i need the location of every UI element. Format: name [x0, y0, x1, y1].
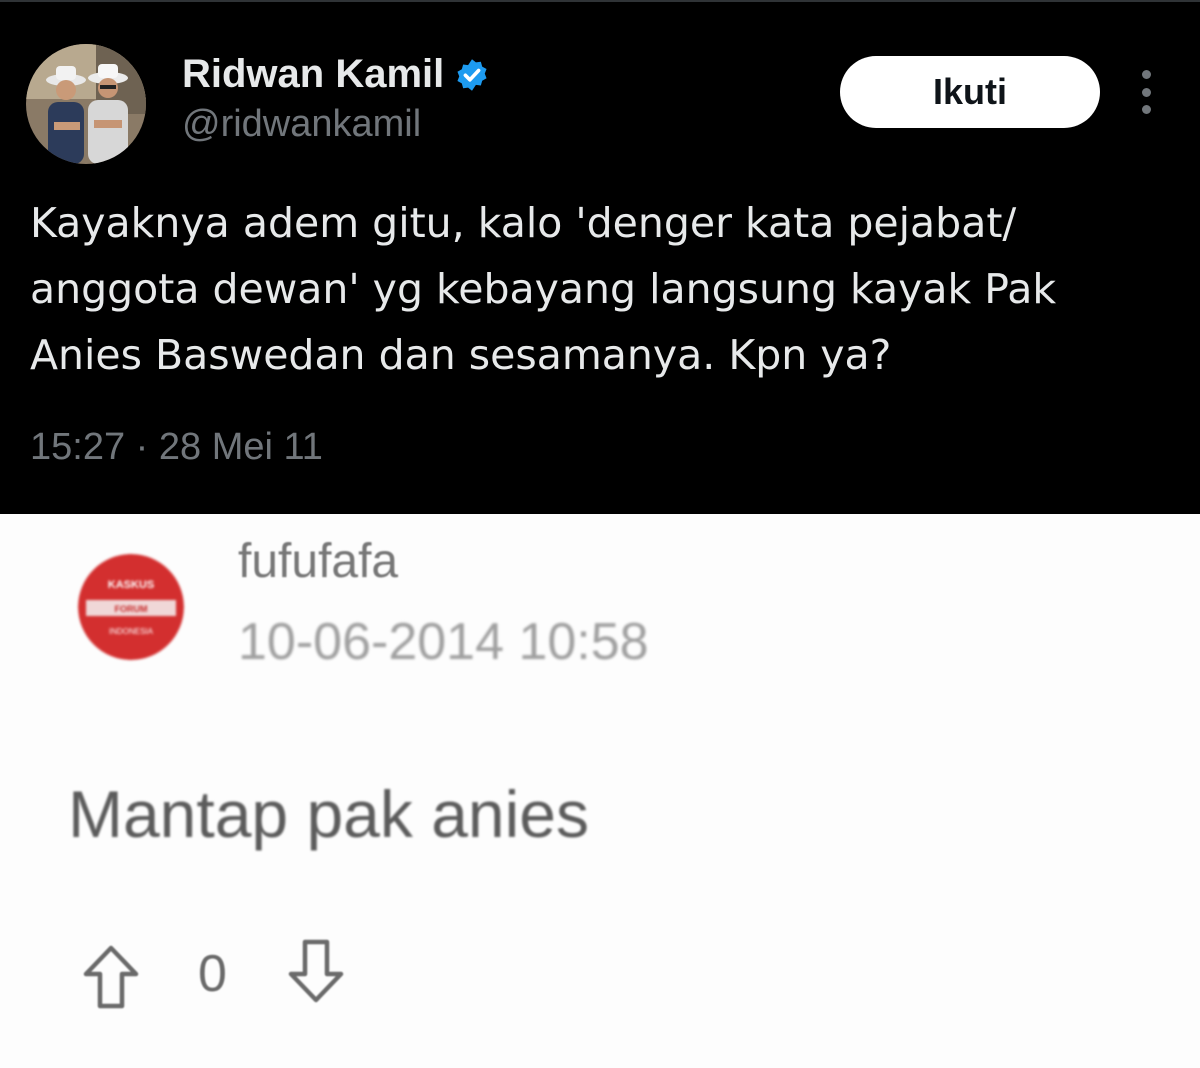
comment-body: Mantap pak anies [68, 777, 590, 851]
commenter-username[interactable]: fufufafa [238, 534, 398, 589]
forum-comment: KASKUS FORUM INDONESIA fufufafa 10-06-20… [0, 514, 1200, 1068]
profile-avatar[interactable] [26, 44, 146, 164]
more-dot [1141, 87, 1151, 97]
tweet-text-line: Anies Baswedan dan sesamanya. Kpn ya? [30, 331, 892, 379]
more-options-icon[interactable] [1134, 70, 1158, 114]
more-dot [1141, 70, 1151, 79]
more-dot [1141, 105, 1151, 114]
arrow-down-icon[interactable] [287, 938, 345, 1004]
user-handle[interactable]: @ridwankamil [182, 103, 421, 146]
arrow-up-icon[interactable] [82, 944, 140, 1010]
vote-count: 0 [198, 945, 227, 1003]
svg-text:KASKUS: KASKUS [108, 579, 154, 591]
tweet-timestamp[interactable]: 15:27 · 28 Mei 11 [30, 426, 323, 469]
svg-text:INDONESIA: INDONESIA [109, 627, 154, 636]
comment-date: 10-06-2014 10:58 [238, 613, 649, 671]
display-name[interactable]: Ridwan Kamil [182, 52, 490, 97]
avatar-photo [26, 44, 146, 164]
verified-badge-icon [454, 57, 490, 93]
svg-text:FORUM: FORUM [115, 604, 148, 614]
commenter-avatar-logo: KASKUS FORUM INDONESIA [78, 554, 184, 660]
tweet-text: Kayaknya adem gitu, kalo 'denger kata pe… [30, 190, 1180, 388]
tweet-text-line: anggota dewan' yg kebayang langsung kaya… [30, 265, 1057, 313]
commenter-avatar[interactable]: KASKUS FORUM INDONESIA [78, 554, 184, 660]
display-name-text: Ridwan Kamil [182, 52, 445, 96]
tweet-text-line: Kayaknya adem gitu, kalo 'denger kata pe… [30, 199, 1017, 247]
screenshot-composite: Ridwan Kamil @ridwankamil Ikuti Kayaknya… [0, 0, 1200, 1068]
tweet-card: Ridwan Kamil @ridwankamil Ikuti Kayaknya… [0, 0, 1200, 514]
follow-button[interactable]: Ikuti [840, 56, 1100, 128]
